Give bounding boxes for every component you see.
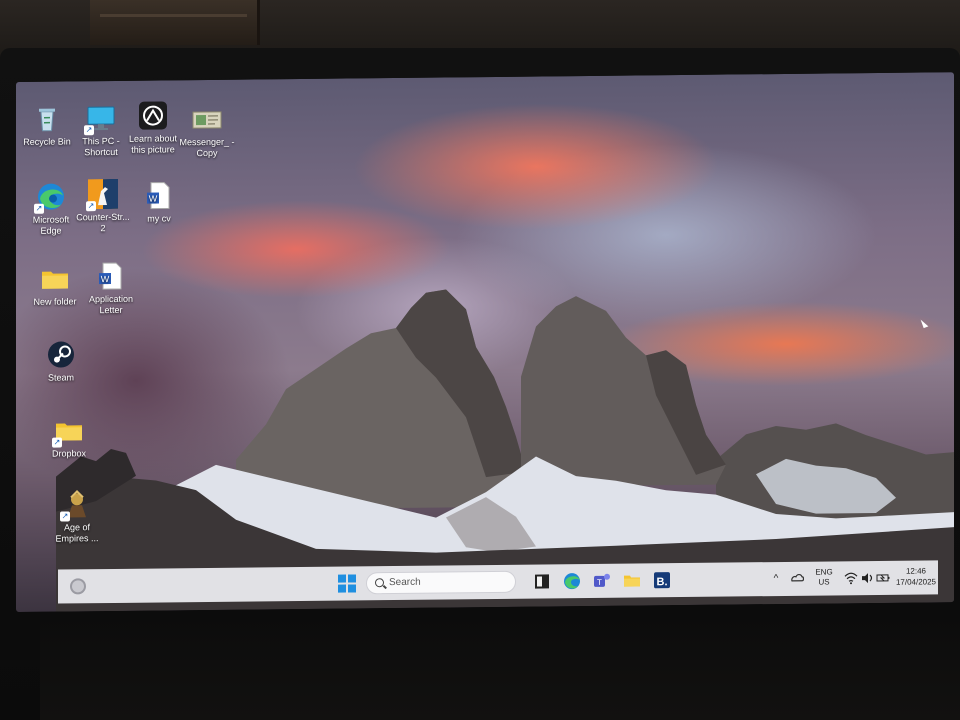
search-icon (375, 578, 384, 588)
desktop-icon-application-letter[interactable]: W Application Letter (82, 261, 140, 317)
desktop-icon-label: Dropbox (51, 448, 87, 459)
start-button[interactable] (338, 574, 356, 593)
desktop-icon-counter-strike[interactable]: ↗ Counter-Str... 2 (74, 178, 132, 235)
desktop-icon-recycle-bin[interactable]: Recycle Bin (18, 103, 76, 148)
shortcut-arrow-icon: ↗ (86, 201, 96, 212)
clock[interactable]: 12:46 17/04/2025 (894, 565, 938, 599)
volume-icon[interactable] (860, 571, 874, 605)
edge-icon: ↗ (34, 181, 66, 214)
taskbar-search-box[interactable]: Search (366, 570, 516, 595)
wifi-icon[interactable] (844, 571, 858, 605)
edge-icon[interactable] (562, 571, 582, 591)
clock-date: 17/04/2025 (895, 577, 937, 587)
onedrive-icon[interactable] (790, 571, 805, 605)
desktop-icon-label: Age of Empires ... (55, 522, 99, 544)
region-code: US (818, 577, 830, 587)
desktop-icon-edge[interactable]: ↗ Microsoft Edge (22, 181, 80, 237)
word-doc-icon: W (96, 261, 126, 291)
desktop-icon-learn-picture[interactable]: Learn about this picture (124, 100, 182, 156)
recycle-bin-icon (32, 104, 62, 134)
shortcut-arrow-icon: ↗ (60, 511, 70, 522)
folder-icon: ↗ (52, 415, 84, 448)
desktop-icon-new-folder[interactable]: New folder (26, 263, 84, 308)
svg-text:W: W (101, 274, 110, 284)
desktop-icons: Recycle Bin ↗ This PC - Shortcut Learn a… (16, 79, 256, 562)
desktop-icon-steam[interactable]: Steam (32, 339, 90, 384)
learn-picture-icon (138, 100, 168, 130)
desktop-icon-label: Messenger_ - Copy (179, 136, 235, 159)
desktop-icon-label: New folder (33, 296, 77, 307)
file-explorer-icon[interactable] (532, 571, 552, 591)
word-doc-icon: W (144, 180, 174, 210)
background-shelf (90, 0, 260, 45)
booking-icon[interactable]: B. (652, 570, 672, 590)
steam-icon (46, 339, 76, 369)
svg-text:B.: B. (657, 576, 668, 588)
desktop-icon-label: Recycle Bin (23, 136, 71, 147)
desktop-icon-label: Counter-Str... 2 (76, 211, 130, 234)
language-indicator[interactable]: ENG US (812, 567, 836, 601)
desktop-icon-label: Application Letter (88, 293, 134, 316)
widgets-icon[interactable] (70, 578, 86, 595)
chevron-up-icon[interactable]: ^ (770, 573, 782, 607)
desktop-icon-messenger[interactable]: Messenger_ - Copy (178, 104, 236, 160)
battery-icon[interactable] (876, 571, 890, 605)
desktop-icon-dropbox[interactable]: ↗ Dropbox (40, 415, 98, 460)
age-of-empires-icon: ↗ (60, 489, 92, 522)
folder-icon (40, 263, 70, 293)
desktop-icon-label: my cv (147, 213, 171, 224)
folder-icon[interactable] (622, 570, 642, 590)
desktop-icon-label: Microsoft Edge (32, 214, 70, 236)
language-code: ENG (815, 567, 833, 577)
shortcut-arrow-icon: ↗ (84, 125, 94, 136)
windows-logo-tile (348, 584, 356, 593)
desktop-icon-my-cv[interactable]: W my cv (130, 180, 188, 225)
clock-time: 12:46 (905, 566, 927, 576)
teams-icon[interactable]: T (592, 571, 612, 591)
shortcut-arrow-icon: ↗ (52, 437, 62, 448)
monitor-chin (40, 612, 960, 720)
windows-logo-tile (338, 584, 346, 593)
windows-logo-tile (348, 574, 356, 583)
messenger-icon (192, 104, 222, 134)
desktop-icon-this-pc[interactable]: ↗ This PC - Shortcut (72, 103, 130, 159)
desktop-icon-age-of-empires[interactable]: ↗ Age of Empires ... (48, 489, 106, 545)
screen: Recycle Bin ↗ This PC - Shortcut Learn a… (16, 72, 954, 612)
windows-logo-tile (338, 574, 346, 583)
search-placeholder: Search (389, 576, 421, 589)
svg-text:W: W (149, 194, 158, 204)
desktop-icon-label: This PC - Shortcut (82, 135, 120, 158)
counter-strike-icon: ↗ (86, 178, 118, 212)
desktop-icon-label: Steam (47, 372, 74, 383)
desktop-icon-label: Learn about this picture (128, 133, 178, 155)
shortcut-arrow-icon: ↗ (34, 203, 44, 214)
svg-text:T: T (597, 578, 602, 587)
this-pc-icon: ↗ (84, 103, 116, 136)
